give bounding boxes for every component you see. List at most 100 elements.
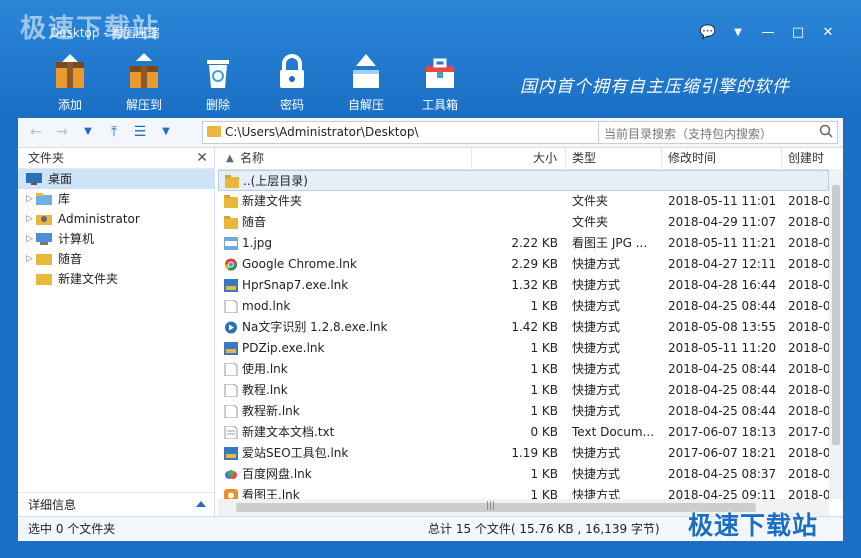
- close-pane-icon[interactable]: ✕: [196, 148, 208, 168]
- file-size: 2.29 KB: [511, 257, 558, 271]
- frame-right: [843, 118, 861, 558]
- file-name: PDZip.exe.lnk: [242, 341, 325, 355]
- tree-item-new-folder[interactable]: 新建文件夹: [18, 269, 214, 289]
- recycle-bin-icon: [207, 60, 229, 88]
- back-button[interactable]: ←: [26, 122, 46, 142]
- password-button[interactable]: 密码: [260, 52, 324, 114]
- file-row[interactable]: 随音 文件夹 2018-04-29 11:07 2018-0: [218, 212, 829, 233]
- search-placeholder: 当前目录搜索（支持包内搜索）: [604, 127, 773, 141]
- folder-icon: [36, 254, 52, 265]
- file-created: 2018-0: [788, 404, 829, 418]
- library-icon: [36, 193, 52, 205]
- file-name: Google Chrome.lnk: [242, 257, 357, 271]
- extract-archive-icon: [130, 53, 158, 88]
- menu-button[interactable]: ▼: [728, 24, 748, 42]
- folder-icon: [224, 195, 238, 208]
- file-type: 快捷方式: [572, 488, 621, 499]
- app-window: Desktop - 看图压缩 极速下载站 💬 ▼ — □ ✕ 添加 解压到 删除…: [0, 0, 861, 558]
- file-row[interactable]: 1.jpg 2.22 KB 看图王 JPG ... 2018-05-11 11:21 2…: [218, 233, 829, 254]
- file-created: 2018-0: [788, 215, 829, 229]
- file-type: 文件夹: [572, 194, 609, 208]
- file-row[interactable]: 百度网盘.lnk 1 KB 快捷方式 2018-04-25 08:37 2018-0: [218, 464, 829, 485]
- search-input[interactable]: 当前目录搜索（支持包内搜索）: [598, 121, 838, 144]
- minimize-button[interactable]: —: [758, 24, 778, 42]
- expand-arrow-icon[interactable]: ▷: [26, 209, 33, 229]
- expand-arrow-icon[interactable]: ▷: [26, 229, 33, 249]
- file-type: 快捷方式: [572, 446, 621, 460]
- file-row[interactable]: 新建文件夹 文件夹 2018-05-11 11:01 2018-0: [218, 191, 829, 212]
- file-name: 百度网盘.lnk: [242, 467, 312, 481]
- file-size: 1 KB: [530, 404, 558, 418]
- file-row[interactable]: Na文字识别 1.2.8.exe.lnk 1.42 KB 快捷方式 2018-05-0…: [218, 317, 829, 338]
- maximize-button[interactable]: □: [788, 24, 808, 42]
- extract-to-button[interactable]: 解压到: [112, 52, 176, 114]
- folder-icon: [225, 175, 239, 188]
- file-row[interactable]: 使用.lnk 1 KB 快捷方式 2018-04-25 08:44 2018-0: [218, 359, 829, 380]
- tree-item-desktop[interactable]: 桌面: [18, 169, 214, 189]
- extract-label: 解压到: [125, 98, 162, 112]
- delete-button[interactable]: 删除: [186, 52, 250, 114]
- feedback-icon[interactable]: 💬: [698, 24, 718, 42]
- frame-bottom: [0, 540, 861, 558]
- details-label: 详细信息: [28, 498, 77, 512]
- forward-button[interactable]: →: [52, 122, 72, 142]
- file-row[interactable]: HprSnap7.exe.lnk 1.32 KB 快捷方式 2018-04-28 16…: [218, 275, 829, 296]
- self-extract-button[interactable]: 自解压: [334, 52, 398, 114]
- history-dropdown[interactable]: ▼: [78, 122, 98, 142]
- parent-directory-row[interactable]: ..(上层目录): [218, 170, 829, 191]
- column-size[interactable]: 大小: [472, 148, 566, 169]
- search-icon[interactable]: [819, 124, 833, 138]
- file-row[interactable]: 新建文本文档.txt 0 KB Text Docum... 2017-06-07 18…: [218, 422, 829, 443]
- address-path: C:\Users\Administrator\Desktop\: [225, 125, 419, 139]
- expand-arrow-icon[interactable]: ▷: [26, 189, 33, 209]
- file-row[interactable]: 教程.lnk 1 KB 快捷方式 2018-04-25 08:44 2018-0: [218, 380, 829, 401]
- folder-icon: [207, 126, 221, 137]
- image-viewer-icon: [224, 489, 238, 499]
- watermark-bottom: 极速下载站: [688, 511, 819, 540]
- password-label: 密码: [279, 98, 304, 112]
- file-type: 快捷方式: [572, 278, 621, 292]
- selection-status: 选中 0 个文件夹: [28, 522, 116, 536]
- file-modified: 2017-06-07 18:21: [668, 446, 777, 460]
- add-label: 添加: [57, 98, 82, 112]
- file-row[interactable]: 教程新.lnk 1 KB 快捷方式 2018-04-25 08:44 2018-0: [218, 401, 829, 422]
- file-name: HprSnap7.exe.lnk: [242, 278, 349, 292]
- add-button[interactable]: 添加: [38, 52, 102, 114]
- scroll-thumb[interactable]: [832, 185, 840, 445]
- file-name: 1.jpg: [242, 236, 273, 250]
- file-row[interactable]: 爱站SEO工具包.lnk 1.19 KB 快捷方式 2017-06-07 18:21 2…: [218, 443, 829, 464]
- file-row[interactable]: Google Chrome.lnk 2.29 KB 快捷方式 2018-04-27 1…: [218, 254, 829, 275]
- tree-item-computer[interactable]: ▷ 计算机: [18, 229, 214, 249]
- tree-item-administrator[interactable]: ▷ Administrator: [18, 209, 214, 229]
- column-created[interactable]: 创建时: [782, 148, 829, 169]
- file-type: 快捷方式: [572, 341, 621, 355]
- tree-item-suiyin[interactable]: ▷ 随音: [18, 249, 214, 269]
- column-name[interactable]: ▲ 名称: [218, 148, 472, 169]
- folder-icon: [224, 216, 238, 229]
- file-type: 快捷方式: [572, 320, 621, 334]
- column-modified[interactable]: 修改时间: [662, 148, 782, 169]
- file-modified: 2018-05-08 13:55: [668, 320, 777, 334]
- file-row[interactable]: mod.lnk 1 KB 快捷方式 2018-04-25 08:44 2018-0: [218, 296, 829, 317]
- close-button[interactable]: ✕: [818, 24, 838, 42]
- address-bar[interactable]: C:\Users\Administrator\Desktop\ ▼: [202, 121, 614, 144]
- file-row[interactable]: PDZip.exe.lnk 1 KB 快捷方式 2018-05-11 11:20 201…: [218, 338, 829, 359]
- column-type[interactable]: 类型: [566, 148, 662, 169]
- file-icon: [224, 405, 238, 418]
- view-mode-dropdown[interactable]: ▼: [156, 122, 176, 142]
- collapse-up-icon[interactable]: [196, 501, 206, 507]
- up-folder-button[interactable]: ⤒: [104, 122, 124, 142]
- vertical-scrollbar[interactable]: [829, 169, 843, 499]
- app-icon: [224, 342, 238, 355]
- file-created: 2018-0: [788, 236, 829, 250]
- file-created: 2018-0: [788, 488, 829, 499]
- tree-item-label: 随音: [58, 252, 83, 266]
- scroll-thumb[interactable]: [236, 503, 756, 512]
- details-toggle[interactable]: 详细信息: [18, 492, 214, 516]
- file-row[interactable]: 看图王.lnk 1 KB 快捷方式 2018-04-25 09:11 2018-0: [218, 485, 829, 499]
- file-created: 2017-0: [788, 425, 829, 439]
- view-mode-button[interactable]: ☰: [130, 122, 150, 142]
- tree-item-library[interactable]: ▷ 库: [18, 189, 214, 209]
- toolbox-button[interactable]: 工具箱: [408, 52, 472, 114]
- expand-arrow-icon[interactable]: ▷: [26, 249, 33, 269]
